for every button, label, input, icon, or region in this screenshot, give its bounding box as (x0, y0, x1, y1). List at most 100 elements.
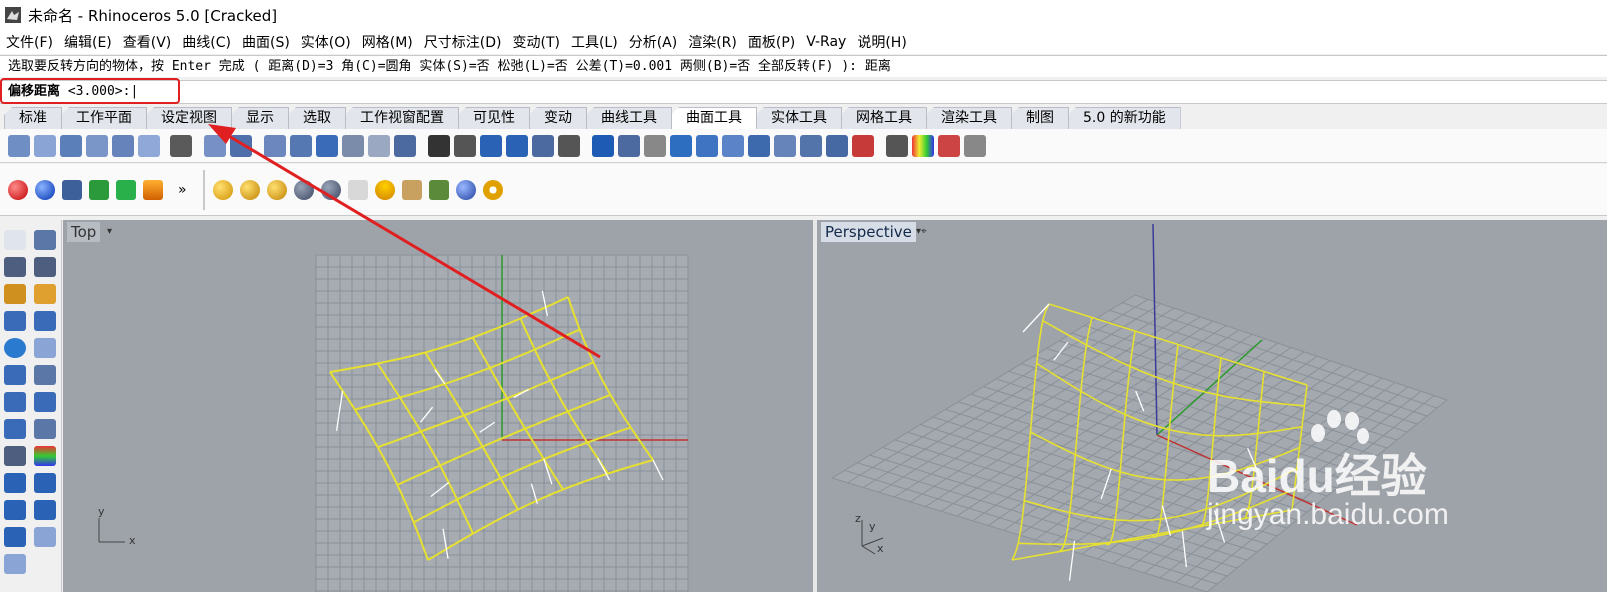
curvature-graph-icon[interactable] (964, 134, 986, 157)
tab-new-in-v5[interactable]: 5.0 的新功能 (1068, 107, 1181, 129)
menu-curve[interactable]: 曲线(C) (182, 32, 231, 52)
blue-material-icon[interactable] (35, 179, 55, 200)
refit-icon[interactable] (618, 134, 640, 157)
box-icon[interactable] (4, 473, 26, 493)
tab-standard[interactable]: 标准 (4, 107, 62, 129)
dimension-icon[interactable] (4, 554, 26, 574)
extrude-icon[interactable] (34, 473, 56, 493)
cone-icon[interactable] (34, 500, 56, 520)
tab-render-tools[interactable]: 渲染工具 (926, 107, 1012, 129)
arc-icon[interactable] (4, 311, 26, 331)
vray-render-icon[interactable] (266, 179, 287, 200)
tab-select[interactable]: 选取 (288, 107, 346, 129)
surface-from-points-icon[interactable] (8, 134, 30, 157)
sweep1-icon[interactable] (112, 134, 134, 157)
vray-rt-icon[interactable] (320, 179, 341, 200)
menu-solid[interactable]: 实体(O) (301, 32, 351, 52)
cylinder-icon[interactable] (4, 500, 26, 520)
change-degree-icon[interactable] (506, 134, 528, 157)
menu-panels[interactable]: 面板(P) (748, 32, 795, 52)
vray-options-icon[interactable] (239, 179, 260, 200)
tab-surface-tools[interactable]: 曲面工具 (671, 107, 757, 129)
offset-surface-icon[interactable] (316, 134, 338, 157)
viewport-menu-icon[interactable]: ▾ (107, 222, 112, 242)
menu-render[interactable]: 渲染(R) (688, 32, 737, 52)
untrim-icon[interactable] (800, 134, 822, 157)
tab-visibility[interactable]: 可见性 (458, 107, 530, 129)
chamfer-surface-icon[interactable] (290, 134, 312, 157)
line-icon[interactable] (4, 257, 26, 277)
extrude-surface-icon[interactable] (86, 134, 108, 157)
tab-set-view[interactable]: 设定视图 (146, 107, 232, 129)
split-surface-icon[interactable] (774, 134, 796, 157)
menu-tools[interactable]: 工具(L) (571, 32, 618, 52)
tab-display[interactable]: 显示 (231, 107, 289, 129)
rebuild-surface-icon[interactable] (592, 134, 614, 157)
circle-icon[interactable] (34, 284, 56, 304)
render-cone-icon[interactable] (143, 179, 163, 200)
rhino-app-icon[interactable] (4, 6, 22, 24)
polyline-icon[interactable] (34, 257, 56, 277)
unroll-icon[interactable] (558, 134, 580, 157)
menu-edit[interactable]: 编辑(E) (64, 32, 112, 52)
rectangle-icon[interactable] (34, 311, 56, 331)
flatten-icon[interactable] (532, 134, 554, 157)
menu-view[interactable]: 查看(V) (123, 32, 172, 52)
tab-mesh-tools[interactable]: 网格工具 (841, 107, 927, 129)
draft-angle-icon[interactable] (938, 134, 960, 157)
menu-mesh[interactable]: 网格(M) (362, 32, 413, 52)
vray-sun-icon[interactable] (374, 179, 395, 200)
curvature-analysis-icon[interactable] (912, 134, 934, 157)
symmetry-icon[interactable] (670, 134, 692, 157)
viewport-menu-icon[interactable]: ▾⌖ (916, 222, 927, 242)
adjust-seam-icon[interactable] (644, 134, 666, 157)
blend-curve-icon[interactable] (170, 134, 192, 157)
menu-transform[interactable]: 变动(T) (512, 32, 559, 52)
red-material-icon[interactable] (8, 179, 28, 200)
loft-icon[interactable] (60, 134, 82, 157)
vray-light-icon[interactable] (401, 179, 422, 200)
perspective-viewport-label[interactable]: Perspective (821, 222, 916, 242)
vray-proxy-icon[interactable] (428, 179, 449, 200)
array-icon[interactable] (4, 446, 26, 466)
menu-help[interactable]: 说明(H) (857, 32, 906, 52)
drafting-icon[interactable] (4, 419, 26, 439)
vray-target-icon[interactable] (482, 179, 503, 200)
solid-icon[interactable] (34, 365, 56, 385)
top-viewport-label[interactable]: Top (67, 222, 101, 242)
render-icon[interactable] (34, 392, 56, 412)
curve-icon[interactable] (4, 284, 26, 304)
polygon-icon[interactable] (34, 338, 56, 358)
cylinder-surface-icon[interactable] (696, 134, 718, 157)
render-wire-icon[interactable] (116, 179, 136, 200)
surface-icon[interactable] (4, 365, 26, 385)
analyze-icon[interactable] (34, 446, 56, 466)
tab-drafting[interactable]: 制图 (1011, 107, 1069, 129)
tab-cplanes[interactable]: 工作平面 (61, 107, 147, 129)
trim-surface-icon[interactable] (748, 134, 770, 157)
torus-icon[interactable] (34, 527, 56, 547)
pipe-icon[interactable] (4, 527, 26, 547)
sphere-icon[interactable] (4, 338, 26, 358)
mesh-icon[interactable] (4, 392, 26, 412)
tab-viewport-layout[interactable]: 工作视窗配置 (345, 107, 459, 129)
tab-curve-tools[interactable]: 曲线工具 (586, 107, 672, 129)
perspective-viewport[interactable]: Perspective ▾⌖ z y x Baidu经验 jingyan.bai… (817, 220, 1607, 592)
revolve-icon[interactable] (204, 134, 226, 157)
command-line-input[interactable]: 偏移距离 <3.000>:| (0, 80, 1607, 104)
transform-icon[interactable] (34, 419, 56, 439)
render-shaded-icon[interactable] (89, 179, 109, 200)
render-box-icon[interactable] (62, 179, 82, 200)
isocurve-icon[interactable] (722, 134, 744, 157)
tab-transform[interactable]: 变动 (529, 107, 587, 129)
match-surface-icon[interactable] (394, 134, 416, 157)
variable-offset-icon[interactable] (342, 134, 364, 157)
fit-surface-icon[interactable] (480, 134, 502, 157)
menu-analyze[interactable]: 分析(A) (629, 32, 678, 52)
top-viewport[interactable]: Top ▾ y x (63, 220, 813, 592)
menu-dimension[interactable]: 尺寸标注(D) (424, 32, 502, 52)
sweep2-icon[interactable] (138, 134, 160, 157)
shrink-surface-icon[interactable] (454, 134, 476, 157)
surface-from-edges-icon[interactable] (34, 134, 56, 157)
point-icon[interactable] (34, 230, 56, 250)
